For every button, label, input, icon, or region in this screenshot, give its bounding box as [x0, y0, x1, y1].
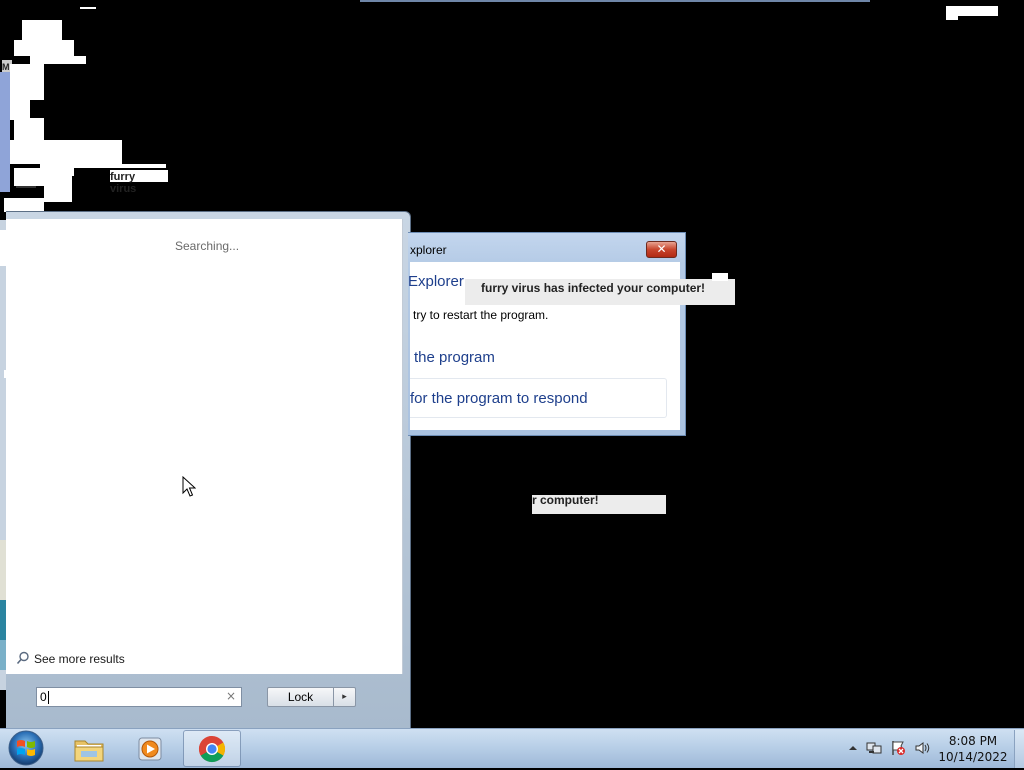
close-program-option[interactable]: the program: [414, 349, 495, 366]
mouse-cursor-icon: [182, 475, 197, 498]
tray-clock[interactable]: 8:08 PM 10/14/2022: [936, 733, 1010, 765]
see-more-results-label: See more results: [34, 652, 125, 666]
glitch-label: furry virus: [110, 171, 137, 195]
chrome-icon: [198, 735, 226, 762]
media-player-icon: [138, 737, 162, 760]
clock-date: 10/14/2022: [938, 750, 1008, 764]
volume-icon[interactable]: [914, 740, 930, 756]
taskbar-file-explorer-button[interactable]: [60, 730, 118, 767]
virus-warning-fragment: r computer!: [532, 493, 666, 514]
clock-time: 8:08 PM: [948, 734, 998, 748]
dialog-close-button[interactable]: ✕: [646, 241, 677, 258]
wait-for-program-option[interactable]: for the program to respond: [410, 378, 667, 418]
search-input-value: 0: [40, 690, 47, 704]
top-glitch-bar: [360, 0, 870, 2]
popup-glitch: [712, 273, 728, 281]
start-button[interactable]: [6, 729, 46, 767]
shutdown-options-arrow-icon[interactable]: ▸: [334, 687, 356, 707]
virus-warning-fragment-text: r computer!: [532, 493, 599, 507]
virus-warning-text: furry virus has infected your computer!: [481, 281, 706, 295]
dialog-heading: Explorer: [408, 273, 464, 290]
start-menu-results-pane: [6, 219, 403, 674]
virus-warning-popup: furry virus has infected your computer!: [465, 279, 735, 305]
taskbar-media-player-button[interactable]: [121, 730, 179, 767]
windows-orb-icon: [8, 730, 44, 766]
search-status-text: Searching...: [175, 239, 240, 253]
taskbar-chrome-button[interactable]: [183, 730, 241, 767]
show-hidden-icons-icon[interactable]: [845, 740, 861, 756]
top-right-glitch-2: [946, 14, 958, 20]
dialog-subtext: try to restart the program.: [413, 308, 549, 322]
text-caret: [47, 691, 49, 705]
network-icon[interactable]: [866, 740, 882, 756]
dialog-title: xplorer: [410, 243, 447, 257]
start-search-input[interactable]: 0: [36, 687, 242, 707]
clear-search-icon[interactable]: ×: [224, 689, 238, 703]
see-more-results-link[interactable]: See more results: [16, 650, 125, 668]
lock-button[interactable]: Lock: [267, 687, 334, 707]
action-center-icon[interactable]: [890, 740, 906, 756]
folder-icon: [74, 740, 104, 761]
search-icon: [16, 651, 30, 668]
show-desktop-button[interactable]: [1014, 730, 1024, 768]
